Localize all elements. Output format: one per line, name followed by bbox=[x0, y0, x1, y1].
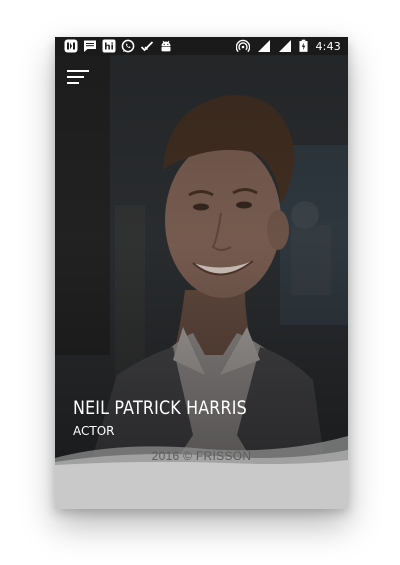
android-icon bbox=[161, 40, 171, 52]
svg-text:hi: hi bbox=[104, 43, 114, 53]
profile-role: ACTOR bbox=[73, 424, 115, 438]
notification-icons: hi bbox=[64, 39, 173, 53]
profile-name: NEIL PATRICK HARRIS bbox=[73, 398, 247, 419]
footer-copyright: 2016 © FRISSON bbox=[151, 449, 252, 463]
hotspot-icon bbox=[236, 39, 251, 53]
app-notification-icon bbox=[64, 39, 78, 53]
status-bar: hi 4:43 bbox=[55, 37, 348, 55]
hike-icon: hi bbox=[102, 39, 116, 53]
hamburger-menu-icon[interactable] bbox=[67, 70, 91, 88]
cell-signal-icon bbox=[258, 40, 271, 52]
phone-screen: hi 4:43 NEIL PATRICK HARRIS ACTOR bbox=[55, 37, 348, 509]
checkmark-icon bbox=[140, 41, 154, 52]
whatsapp-icon bbox=[121, 39, 135, 53]
system-icons: 4:43 bbox=[236, 39, 341, 53]
message-icon bbox=[84, 40, 96, 52]
clock: 4:43 bbox=[315, 39, 341, 53]
battery-charging-icon bbox=[299, 39, 309, 52]
wifi-signal-icon bbox=[279, 40, 292, 52]
